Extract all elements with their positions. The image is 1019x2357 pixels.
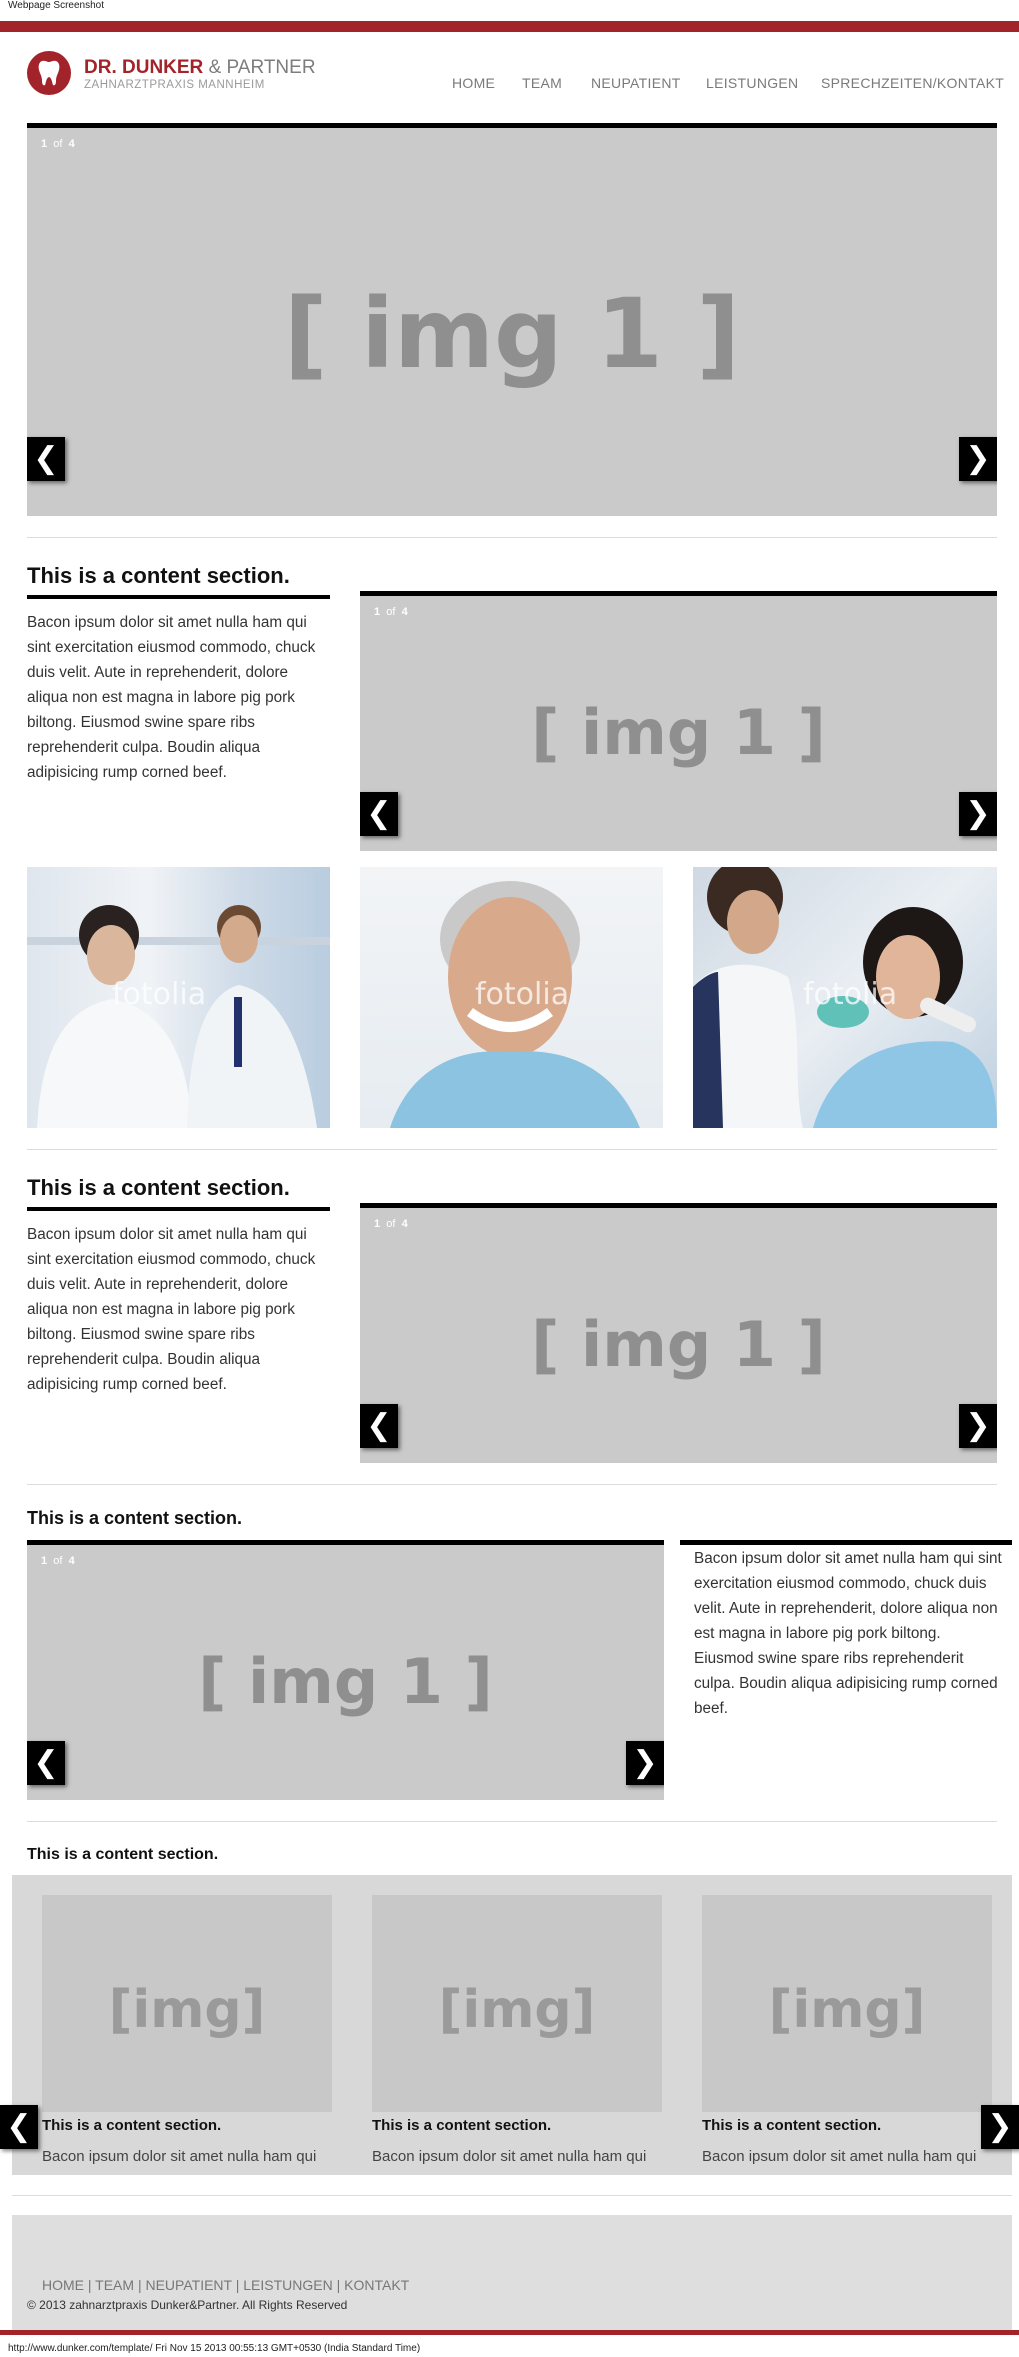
screenshot-caption: Webpage Screenshot <box>8 0 104 11</box>
section-text: Bacon ipsum dolor sit amet nulla ham qui… <box>694 1550 1002 1717</box>
nav-leistungen[interactable]: LEISTUNGEN <box>706 75 798 91</box>
aside-rule <box>680 1540 1012 1545</box>
footer <box>12 2215 1012 2330</box>
nav-team[interactable]: TEAM <box>522 75 562 91</box>
section-title: This is a content section. <box>27 1175 330 1211</box>
tooth-logo-icon[interactable] <box>27 51 71 95</box>
status-line: http://www.dunker.com/template/ Fri Nov … <box>8 2343 421 2354</box>
hero-slider[interactable]: 1 of 4 [ img 1 ] ❮ ❯ <box>27 123 997 516</box>
slider-prev-button[interactable]: ❮ <box>360 1404 398 1448</box>
section-text: Bacon ipsum dolor sit amet nulla ham qui… <box>27 1226 316 1393</box>
card-text: Bacon ipsum dolor sit amet nulla ham qui <box>42 2148 317 2165</box>
card-title: This is a content section. <box>372 2117 552 2134</box>
card-image-placeholder: [img] <box>438 1980 596 2040</box>
slider-prev-button[interactable]: ❮ <box>27 1741 65 1785</box>
slide-counter: 1 of 4 <box>374 1218 408 1230</box>
card-image-placeholder: [img] <box>768 1980 926 2040</box>
carousel-next-button[interactable]: ❯ <box>981 2105 1019 2149</box>
brand-name[interactable]: DR. DUNKER & PARTNER <box>84 57 316 79</box>
watermark-text: fotolia <box>475 977 570 1012</box>
section-title: This is a content section. <box>27 563 330 599</box>
watermark-text: fotolia <box>112 977 207 1012</box>
divider <box>12 2195 1012 2196</box>
content-slider[interactable]: 1 of 4 [ img 1 ] ❮ ❯ <box>360 591 997 851</box>
divider <box>27 537 997 538</box>
card-title: This is a content section. <box>42 2117 222 2134</box>
photo-dentists: fotolia <box>27 867 330 1128</box>
photo-smiling-man: fotolia <box>360 867 663 1128</box>
slider-prev-button[interactable]: ❮ <box>27 437 65 481</box>
footer-nav: HOME | TEAM | NEUPATIENT | LEISTUNGEN | … <box>42 2277 410 2293</box>
footer-link-home[interactable]: HOME <box>42 2277 84 2293</box>
brand-name-secondary: & PARTNER <box>208 57 316 78</box>
card-text: Bacon ipsum dolor sit amet nulla ham qui <box>702 2148 977 2165</box>
slide-counter: 1 of 4 <box>374 606 408 618</box>
card-image[interactable]: [img] <box>372 1895 662 2112</box>
brand-subtitle: ZAHNARZTPRAXIS MANNHEIM <box>84 79 265 91</box>
slider-prev-button[interactable]: ❮ <box>360 792 398 836</box>
slider-next-button[interactable]: ❯ <box>959 1404 997 1448</box>
section-title: This is a content section. <box>27 1846 219 1863</box>
section-title: This is a content section. <box>27 1508 243 1528</box>
photo-dental-treatment: fotolia <box>693 867 997 1128</box>
top-accent-bar <box>0 21 1019 32</box>
card-text: Bacon ipsum dolor sit amet nulla ham qui <box>372 2148 647 2165</box>
nav-sprechzeiten-kontakt[interactable]: SPRECHZEITEN/KONTAKT <box>821 75 1004 91</box>
carousel-prev-button[interactable]: ❮ <box>0 2105 38 2149</box>
slide-image-placeholder: [ img 1 ] <box>198 1645 493 1718</box>
divider <box>27 1484 997 1485</box>
card-image[interactable]: [img] <box>42 1895 332 2112</box>
slide-image-placeholder: [ img 1 ] <box>531 1308 826 1381</box>
slide-counter: 1 of 4 <box>41 1555 75 1567</box>
slider-next-button[interactable]: ❯ <box>959 792 997 836</box>
slide-image-placeholder: [ img 1 ] <box>531 696 826 769</box>
slider-next-button[interactable]: ❯ <box>959 437 997 481</box>
footer-link-kontakt[interactable]: KONTAKT <box>344 2277 409 2293</box>
nav-home[interactable]: HOME <box>452 75 495 91</box>
divider <box>27 1821 997 1822</box>
content-slider[interactable]: 1 of 4 [ img 1 ] ❮ ❯ <box>360 1203 997 1463</box>
card-image-placeholder: [img] <box>108 1980 266 2040</box>
section-text: Bacon ipsum dolor sit amet nulla ham qui… <box>27 614 316 781</box>
slider-next-button[interactable]: ❯ <box>626 1741 664 1785</box>
content-slider[interactable]: 1 of 4 [ img 1 ] ❮ ❯ <box>27 1540 664 1800</box>
card-image[interactable]: [img] <box>702 1895 992 2112</box>
slide-counter: 1 of 4 <box>41 138 75 150</box>
bottom-accent-bar <box>0 2330 1019 2335</box>
slide-image-placeholder: [ img 1 ] <box>283 278 741 390</box>
footer-link-team[interactable]: TEAM <box>95 2277 134 2293</box>
footer-link-neupatient[interactable]: NEUPATIENT <box>145 2277 231 2293</box>
watermark-text: fotolia <box>803 977 898 1012</box>
card-title: This is a content section. <box>702 2117 882 2134</box>
brand-name-primary: DR. DUNKER <box>84 57 204 78</box>
nav-neupatient[interactable]: NEUPATIENT <box>591 75 681 91</box>
copyright-text: © 2013 zahnarztpraxis Dunker&Partner. Al… <box>27 2298 348 2312</box>
divider <box>27 1149 997 1150</box>
footer-link-leistungen[interactable]: LEISTUNGEN <box>243 2277 332 2293</box>
